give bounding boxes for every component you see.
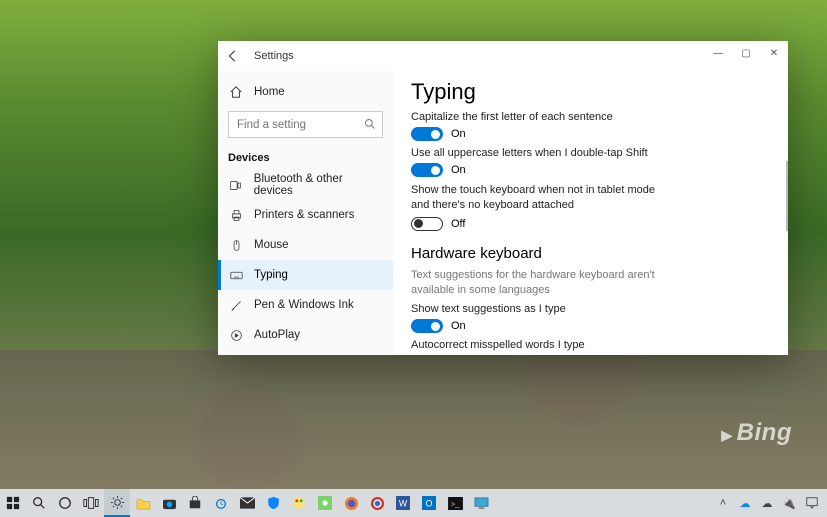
settings-sidebar: Home Devices Bluetooth & other devices P… [218,71,393,355]
pen-icon [228,299,244,312]
tray-power-icon[interactable]: 🔌 [781,495,797,511]
taskbar-app-paint[interactable] [286,489,312,517]
bing-watermark: Bing [721,419,792,447]
home-icon [228,85,244,99]
sidebar-item-label: Home [254,86,285,98]
cortana-button[interactable] [52,489,78,517]
taskbar-app-pc[interactable] [468,489,494,517]
sidebar-item-bluetooth[interactable]: Bluetooth & other devices [218,170,393,200]
page-heading: Typing [411,79,770,105]
sidebar-item-usb[interactable]: USB [218,350,393,355]
taskbar-app-chrome[interactable] [364,489,390,517]
sidebar-section-label: Devices [218,148,393,170]
back-button[interactable] [226,49,246,63]
window-title: Settings [254,50,294,62]
action-center-icon[interactable] [803,494,821,512]
tray-chevron-icon[interactable]: ˄ [715,495,731,511]
sidebar-item-label: Printers & scanners [254,209,354,221]
settings-content[interactable]: Typing Capitalize the first letter of ea… [393,71,788,355]
toggle-uppercase[interactable] [411,163,443,177]
svg-text:>_: >_ [450,499,459,508]
sidebar-item-typing[interactable]: Typing [218,260,393,290]
taskbar-app-store[interactable] [182,489,208,517]
toggle-capitalize[interactable] [411,127,443,141]
taskbar: W O >_ ˄ ☁ ☁ 🔌 [0,489,827,517]
sidebar-item-autoplay[interactable]: AutoPlay [218,320,393,350]
search-icon [364,118,376,130]
svg-text:W: W [399,499,408,509]
sidebar-item-label: Mouse [254,239,289,251]
taskbar-app-onenote[interactable] [312,489,338,517]
sidebar-item-home[interactable]: Home [218,77,393,107]
minimize-button[interactable]: — [704,41,732,65]
sidebar-item-label: AutoPlay [254,329,300,341]
section-heading: Hardware keyboard [411,245,770,262]
close-button[interactable]: ✕ [760,41,788,65]
taskbar-app-mail[interactable] [234,489,260,517]
taskbar-app-settings[interactable] [104,489,130,517]
svg-text:O: O [426,499,433,509]
setting-label: Show text suggestions as I type [411,303,770,315]
sidebar-item-printers[interactable]: Printers & scanners [218,200,393,230]
setting-label: Show the touch keyboard when not in tabl… [411,183,671,213]
search-box [228,111,383,138]
bluetooth-icon [228,179,244,192]
taskbar-search-button[interactable] [26,489,52,517]
toggle-state: On [451,128,466,140]
search-input[interactable] [228,111,383,138]
toggle-state: On [451,320,466,332]
mouse-icon [228,239,244,252]
toggle-state: On [451,164,466,176]
setting-label: Autocorrect misspelled words I type [411,339,770,351]
taskbar-app-camera[interactable] [156,489,182,517]
taskbar-app-security[interactable] [260,489,286,517]
maximize-button[interactable]: ▢ [732,41,760,65]
settings-window: Settings — ▢ ✕ Home Devices [218,41,788,355]
taskbar-app-outlook[interactable]: O [416,489,442,517]
start-button[interactable] [0,489,26,517]
taskbar-app-cmd[interactable]: >_ [442,489,468,517]
toggle-touch-keyboard[interactable] [411,217,443,231]
printer-icon [228,209,244,222]
taskview-button[interactable] [78,489,104,517]
taskbar-app-explorer[interactable] [130,489,156,517]
toggle-state: Off [451,218,465,230]
tray-cloud-icon[interactable]: ☁ [759,495,775,511]
titlebar[interactable]: Settings — ▢ ✕ [218,41,788,71]
sidebar-item-label: Bluetooth & other devices [254,173,383,197]
autoplay-icon [228,329,244,342]
system-tray: ˄ ☁ ☁ 🔌 [715,494,827,512]
section-subtext: Text suggestions for the hardware keyboa… [411,268,671,298]
keyboard-icon [228,269,244,282]
sidebar-item-label: Typing [254,269,288,281]
toggle-text-suggestions[interactable] [411,319,443,333]
sidebar-item-pen[interactable]: Pen & Windows Ink [218,290,393,320]
tray-onedrive-icon[interactable]: ☁ [737,495,753,511]
taskbar-app-alarms[interactable] [208,489,234,517]
sidebar-item-mouse[interactable]: Mouse [218,230,393,260]
taskbar-app-firefox[interactable] [338,489,364,517]
setting-label: Use all uppercase letters when I double-… [411,147,770,159]
taskbar-app-word[interactable]: W [390,489,416,517]
setting-label: Capitalize the first letter of each sent… [411,111,770,123]
scrollbar-icon[interactable] [786,161,788,231]
sidebar-item-label: Pen & Windows Ink [254,299,354,311]
